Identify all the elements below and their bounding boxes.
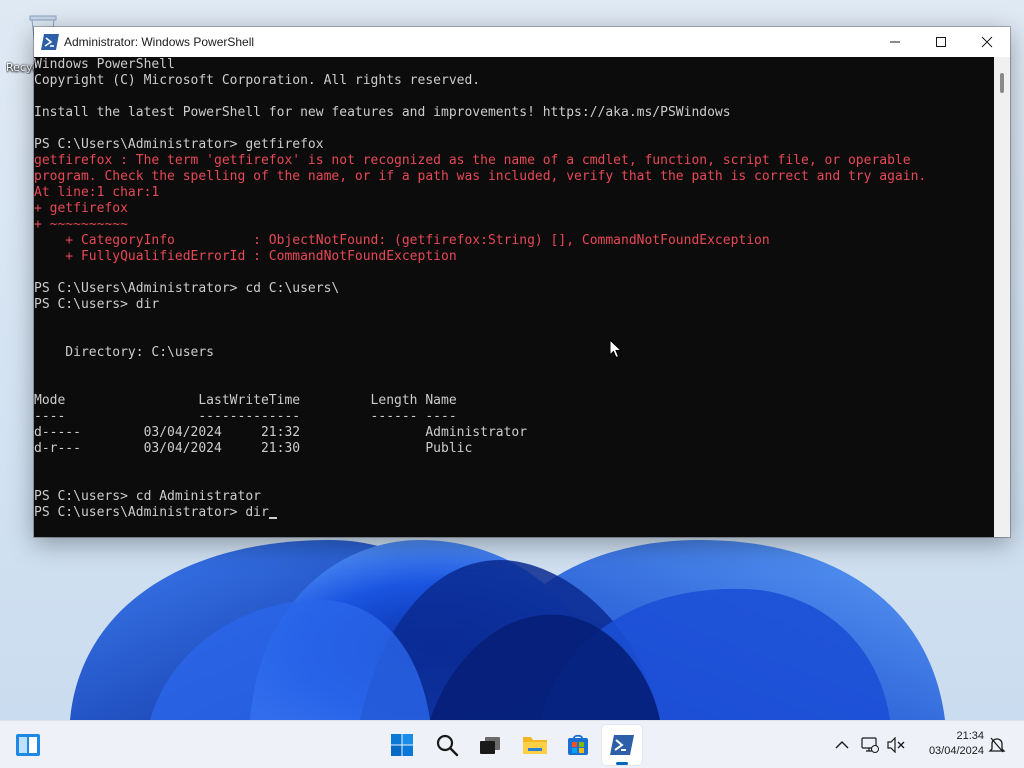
console-line: d----- 03/04/2024 21:32 Administrator <box>34 425 528 440</box>
console-line: PS C:\users> cd Administrator <box>34 489 261 504</box>
text-cursor <box>268 517 277 519</box>
taskbar: 21:34 03/04/2024 <box>0 720 1024 768</box>
scrollbar-thumb[interactable] <box>1000 73 1004 93</box>
chevron-up-icon <box>835 741 849 749</box>
console-line: Windows PowerShell <box>34 57 175 72</box>
minimize-button[interactable] <box>872 27 918 57</box>
windows-logo-icon <box>391 734 413 756</box>
clock-date: 03/04/2024 <box>928 745 984 757</box>
window-titlebar[interactable]: Administrator: Windows PowerShell <box>34 27 1010 57</box>
maximize-button[interactable] <box>918 27 964 57</box>
console-line: PS C:\users> dir <box>34 297 160 312</box>
console-line: PS C:\Users\Administrator> getfirefox <box>34 137 324 152</box>
taskbar-start[interactable] <box>382 725 422 765</box>
taskbar-widgets[interactable] <box>8 725 48 765</box>
close-button[interactable] <box>964 27 1010 57</box>
taskbar-powershell[interactable] <box>602 725 642 765</box>
minimize-icon <box>890 41 900 43</box>
taskbar-search[interactable] <box>427 725 467 765</box>
clock-time: 21:34 <box>956 730 984 742</box>
mouse-pointer-icon <box>609 339 623 359</box>
notification-icon <box>988 737 1006 753</box>
console-error-line: At line:1 char:1 <box>34 185 160 200</box>
store-icon <box>568 734 588 755</box>
network-icon <box>861 737 879 753</box>
search-icon <box>436 734 459 757</box>
console-line: Mode LastWriteTime Length Name <box>34 393 457 408</box>
console-line: ---- ------------- ------ ---- <box>34 409 457 424</box>
powershell-window[interactable]: Administrator: Windows PowerShell Window… <box>34 27 1010 537</box>
taskbar-task-view[interactable] <box>470 725 510 765</box>
console-error-line: getfirefox : The term 'getfirefox' is no… <box>34 153 911 168</box>
console-error-line: program. Check the spelling of the name,… <box>34 169 927 184</box>
tray-network[interactable] <box>860 735 880 755</box>
tray-show-hidden-icons[interactable] <box>832 735 852 755</box>
console-error-line: + getfirefox <box>34 201 128 216</box>
tray-notifications[interactable] <box>987 735 1007 755</box>
vertical-scrollbar[interactable] <box>994 57 1010 537</box>
active-app-indicator <box>616 762 628 765</box>
console-error-line: + FullyQualifiedErrorId : CommandNotFoun… <box>34 249 457 264</box>
widgets-icon <box>16 734 40 756</box>
console-line: Copyright (C) Microsoft Corporation. All… <box>34 73 481 88</box>
tray-clock[interactable]: 21:34 03/04/2024 <box>912 729 984 759</box>
taskbar-file-explorer[interactable] <box>515 725 555 765</box>
close-icon <box>981 36 993 48</box>
console-prompt: PS C:\users\Administrator> <box>34 505 246 520</box>
task-view-icon <box>480 737 500 754</box>
powershell-icon <box>610 735 634 755</box>
console-lines: Windows PowerShell Copyright (C) Microsof… <box>34 57 994 505</box>
console-current-input: dir <box>245 505 269 520</box>
console-line: d-r--- 03/04/2024 21:30 Public <box>34 441 473 456</box>
console-error-line: + CategoryInfo : ObjectNotFound: (getfir… <box>34 233 770 248</box>
console-line: Install the latest PowerShell for new fe… <box>34 105 731 120</box>
console-line: PS C:\Users\Administrator> cd C:\users\ <box>34 281 340 296</box>
console-output[interactable]: Windows PowerShell Copyright (C) Microsof… <box>34 57 994 537</box>
taskbar-microsoft-store[interactable] <box>558 725 598 765</box>
maximize-icon <box>936 37 946 47</box>
powershell-icon <box>41 34 59 50</box>
console-line: Directory: C:\users <box>34 345 215 360</box>
console-input-line[interactable]: PS C:\users\Administrator> dir <box>34 505 994 521</box>
window-title: Administrator: Windows PowerShell <box>64 35 255 49</box>
volume-muted-icon <box>887 737 905 753</box>
console-error-line: + ~~~~~~~~~~ <box>34 217 128 232</box>
folder-icon <box>523 737 547 754</box>
tray-volume[interactable] <box>886 735 906 755</box>
